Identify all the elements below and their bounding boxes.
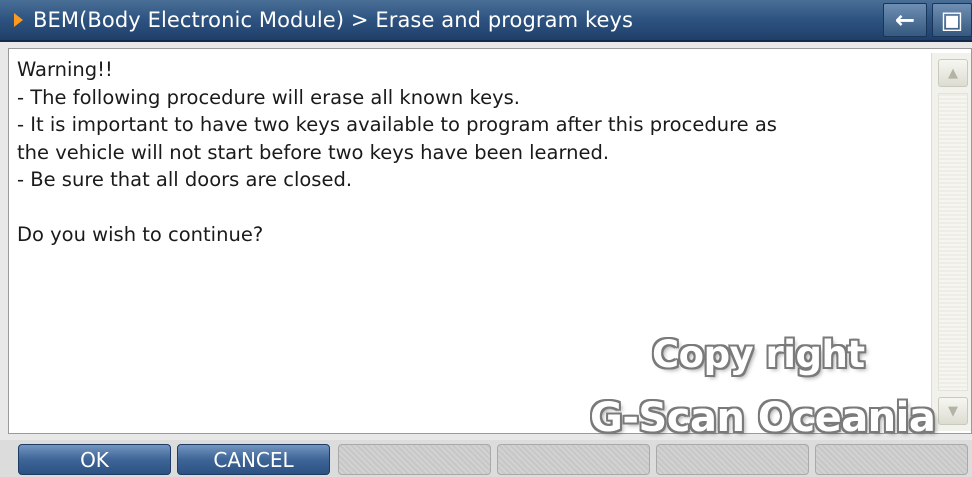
chevron-up-icon: ▲ (948, 65, 958, 81)
title-bar: BEM(Body Electronic Module) > Erase and … (0, 0, 972, 42)
message-line: Warning!! (17, 58, 113, 81)
message-line: the vehicle will not start before two ke… (17, 140, 610, 164)
title-arrow-icon (14, 13, 23, 27)
function-button-empty (338, 444, 491, 475)
message-line: - Be sure that all doors are closed. (17, 168, 353, 191)
page-title: BEM(Body Electronic Module) > Erase and … (33, 8, 634, 32)
scroll-down-button[interactable]: ▼ (938, 397, 968, 425)
scroll-track[interactable] (938, 93, 968, 391)
scroll-up-button[interactable]: ▲ (938, 59, 968, 87)
message-line: Do you wish to continue? (17, 223, 264, 246)
camera-button[interactable]: ▣ (932, 3, 972, 37)
back-button[interactable]: ← (883, 3, 927, 37)
bottom-button-bar: OK CANCEL (0, 440, 972, 477)
message-panel: Warning!! - The following procedure will… (8, 48, 972, 434)
watermark-copyright: Copy right (652, 333, 865, 376)
left-arrow-icon: ← (894, 6, 916, 34)
camera-icon: ▣ (940, 6, 964, 34)
message-line (17, 194, 922, 222)
message-line: - It is important to have two keys avail… (17, 113, 777, 136)
function-button-empty (497, 444, 650, 475)
function-button-empty (815, 444, 968, 475)
warning-message: Warning!! - The following procedure will… (17, 56, 922, 249)
cancel-button[interactable]: CANCEL (177, 444, 330, 475)
ok-button[interactable]: OK (18, 444, 171, 475)
function-button-empty (656, 444, 809, 475)
watermark-company: G-Scan Oceania (590, 395, 936, 441)
title-button-group: ← ▣ (883, 3, 972, 37)
app-window: BEM(Body Electronic Module) > Erase and … (0, 0, 972, 477)
message-line: - The following procedure will erase all… (17, 85, 520, 109)
chevron-down-icon: ▼ (948, 403, 958, 419)
vertical-scrollbar[interactable]: ▲ ▼ (931, 53, 971, 431)
